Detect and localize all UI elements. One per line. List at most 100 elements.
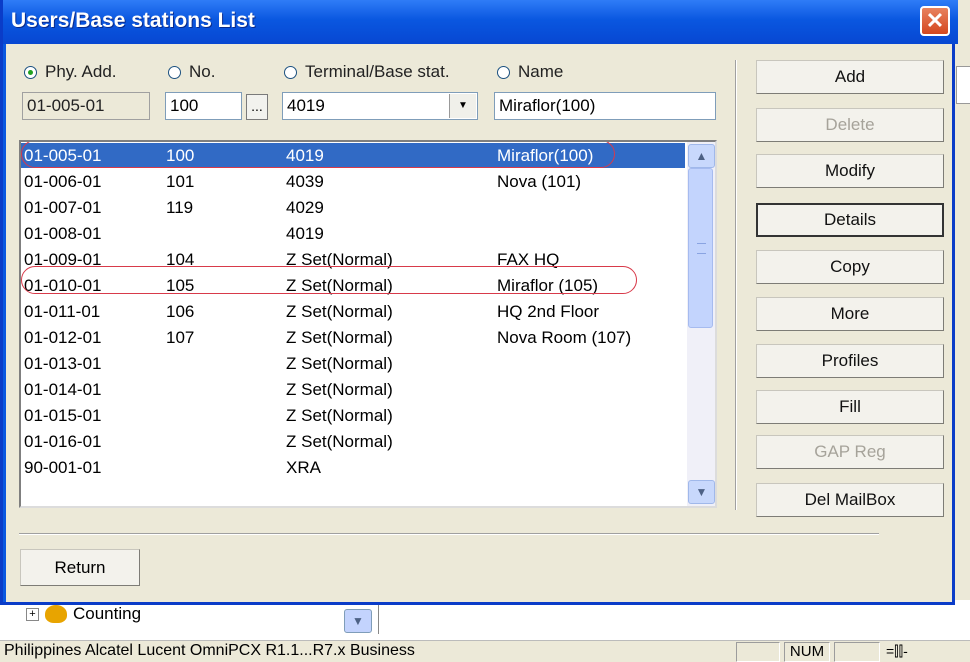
cell-address: 01-011-01 [24,302,101,321]
cell-name: Miraflor (105) [497,276,599,295]
cell-terminal: Z Set(Normal) [286,432,393,451]
background-scroll-down-button[interactable]: ▼ [344,609,372,633]
radio-terminal[interactable]: Terminal/Base stat. [284,62,450,82]
table-row[interactable]: 01-009-01 104 Z Set(Normal) FAX HQ [21,247,685,272]
list-scrollbar[interactable]: ▲ ▼ [687,142,715,506]
del-mailbox-button[interactable]: Del MailBox [756,483,944,517]
background-tree-item[interactable]: + Counting [26,604,141,624]
status-bar: Philippines Alcatel Lucent OmniPCX R1.1.… [0,640,970,662]
radio-label: Phy. Add. [45,62,117,81]
cell-terminal: Z Set(Normal) [286,354,393,373]
vertical-divider [735,60,737,510]
profiles-button[interactable]: Profiles [756,344,944,378]
tree-item-label: Counting [73,604,142,623]
status-num-indicator: NUM [784,642,830,662]
horizontal-divider [19,533,879,535]
radio-indicator[interactable] [284,65,297,79]
cell-address: 01-013-01 [24,354,102,373]
network-connection-icon: =⫿⫿- [886,643,908,659]
chevron-up-icon: ▲ [695,149,708,163]
table-row[interactable]: 01-015-01 Z Set(Normal) [21,403,685,428]
browse-button[interactable]: ... [246,94,268,120]
expand-icon[interactable]: + [26,607,39,621]
cell-address: 01-009-01 [24,250,102,269]
scroll-thumb[interactable] [688,168,713,328]
radio-name[interactable]: Name [497,62,563,82]
cell-terminal: 4029 [286,198,324,217]
chevron-down-icon: ▼ [695,485,708,499]
number-field[interactable]: 100 [165,92,242,120]
cell-name: FAX HQ [497,250,560,269]
cell-number: 100 [166,146,195,165]
cell-terminal: 4039 [286,172,324,191]
cell-address: 01-008-01 [24,224,102,243]
cell-terminal: Z Set(Normal) [286,406,393,425]
cell-number: 101 [166,172,195,191]
close-button[interactable]: ✕ [920,6,950,36]
cell-address: 01-016-01 [24,432,102,451]
radio-indicator[interactable] [497,65,510,79]
table-row[interactable]: 01-011-01 106 Z Set(Normal) HQ 2nd Floor [21,299,685,324]
cell-number: 119 [166,198,194,217]
terminal-combobox[interactable]: 4019 ▼ [282,92,478,120]
status-text: Philippines Alcatel Lucent OmniPCX R1.1.… [4,642,415,659]
background-tree-area [0,600,970,640]
background-window-edge [956,66,970,104]
cell-terminal: Z Set(Normal) [286,276,393,295]
users-base-stations-dialog: Users/Base stations List ✕ Phy. Add. No.… [0,0,958,605]
chevron-down-icon[interactable]: ▼ [449,94,476,118]
window-title: Users/Base stations List [11,9,255,32]
table-row[interactable]: 01-008-01 4019 [21,221,685,246]
scroll-up-button[interactable]: ▲ [688,144,715,168]
background-divider [378,604,379,634]
cell-terminal: Z Set(Normal) [286,250,393,269]
cell-terminal: Z Set(Normal) [286,380,393,399]
radio-label: Terminal/Base stat. [305,62,450,81]
cell-address: 01-015-01 [24,406,102,425]
grip-icon [697,243,706,254]
table-row[interactable]: 01-012-01 107 Z Set(Normal) Nova Room (107) [21,325,685,350]
cell-number: 107 [166,328,195,347]
table-row[interactable]: 01-005-01 100 4019 Miraflor(100) [21,143,685,168]
more-button[interactable]: More [756,297,944,331]
gap-reg-button[interactable]: GAP Reg [756,435,944,469]
radio-indicator[interactable] [24,65,37,79]
table-row[interactable]: 01-006-01 101 4039 Nova (101) [21,169,685,194]
table-row[interactable]: 01-007-01 119 4029 [21,195,685,220]
cell-terminal: 4019 [286,146,324,165]
cell-terminal: 4019 [286,224,324,243]
cell-number: 105 [166,276,195,295]
cell-address: 01-007-01 [24,198,102,217]
cell-terminal: Z Set(Normal) [286,328,393,347]
phy-add-field[interactable]: 01-005-01 [22,92,150,120]
cell-number: 106 [166,302,195,321]
cell-name: HQ 2nd Floor [497,302,600,321]
dialog-body: Phy. Add. No. Terminal/Base stat. Name 0… [6,44,952,602]
terminal-selected-value: 4019 [287,96,325,115]
fill-button[interactable]: Fill [756,390,944,424]
warning-icon [45,605,67,623]
status-cell-empty-2 [834,642,880,662]
modify-button[interactable]: Modify [756,154,944,188]
title-bar[interactable]: Users/Base stations List ✕ [3,0,958,44]
name-field[interactable]: Miraflor(100) [494,92,716,120]
copy-button[interactable]: Copy [756,250,944,284]
table-row[interactable]: 01-016-01 Z Set(Normal) [21,429,685,454]
add-button[interactable]: Add [756,60,944,94]
details-button[interactable]: Details [756,203,944,237]
radio-no[interactable]: No. [168,62,215,82]
scroll-down-button[interactable]: ▼ [688,480,715,504]
users-list[interactable]: 01-005-01 100 4019 Miraflor(100) 01-006-01 10… [19,140,717,508]
radio-phy-add[interactable]: Phy. Add. [24,62,117,82]
chevron-down-icon: ▼ [352,614,364,628]
radio-label: No. [189,62,216,81]
cell-address: 90-001-01 [24,458,102,477]
delete-button[interactable]: Delete [756,108,944,142]
table-row[interactable]: 01-013-01 Z Set(Normal) [21,351,685,376]
table-row[interactable]: 01-010-01 105 Z Set(Normal) Miraflor (105) [21,273,685,298]
return-button[interactable]: Return [20,549,140,586]
table-row[interactable]: 01-014-01 Z Set(Normal) [21,377,685,402]
close-icon: ✕ [925,8,945,33]
table-row[interactable]: 90-001-01 XRA [21,455,685,480]
radio-indicator[interactable] [168,65,181,79]
